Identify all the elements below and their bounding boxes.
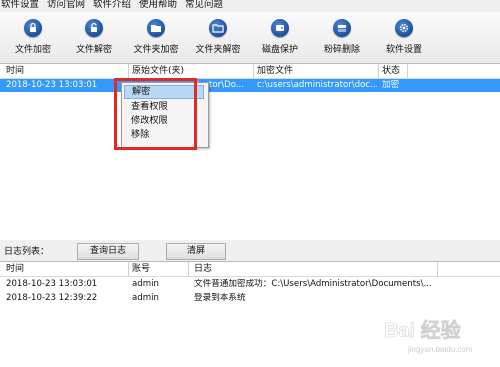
toolbar: 文件加密 文件解密 文件夹加密 文件夹解密 磁盘保护 粉碎删除 软件设置: [0, 12, 500, 64]
row-status: 加密: [382, 80, 400, 90]
decrypt-file-button[interactable]: 文件解密: [62, 12, 126, 63]
context-menu: 解密 查看权限 修改权限 移除: [121, 82, 209, 148]
col-log-time[interactable]: 时间: [6, 263, 24, 275]
log-row-account: admin: [132, 279, 159, 289]
unlock-icon: [85, 19, 103, 37]
menu-modify-permissions[interactable]: 修改权限: [124, 114, 204, 128]
menu-decrypt[interactable]: 解密: [124, 85, 204, 99]
menu-bar: 软件设置 访问官网 软件介绍 使用帮助 常见问题: [0, 0, 500, 12]
query-log-button[interactable]: 查询日志: [77, 243, 139, 260]
gear-icon: [395, 19, 413, 37]
menu-visit-website[interactable]: 访问官网: [47, 0, 85, 11]
watermark-text: Bai 经验: [384, 318, 461, 342]
shred-delete-button[interactable]: 粉碎删除: [310, 12, 374, 63]
table-row[interactable]: 2018-10-23 13:03:01 istrator\Do... c:\us…: [0, 79, 500, 92]
settings-button[interactable]: 软件设置: [372, 12, 436, 63]
shred-delete-label: 粉碎删除: [323, 45, 360, 55]
lock-icon: [24, 19, 42, 37]
log-list-label: 日志列表：: [4, 247, 50, 257]
clear-screen-button[interactable]: 清屏: [166, 243, 226, 260]
col-original[interactable]: 原始文件(夹): [132, 65, 184, 77]
encrypt-folder-button[interactable]: 文件夹加密: [124, 12, 188, 63]
baidu-jingyan-watermark: Bai 经验 jingyan.baidu.com: [380, 312, 496, 358]
row-time: 2018-10-23 13:03:01: [6, 80, 98, 90]
encrypt-file-label: 文件加密: [14, 45, 51, 55]
log-row-time: 2018-10-23 13:03:01: [6, 279, 98, 289]
log-row-message: 登录到本系统: [194, 293, 246, 303]
settings-label: 软件设置: [385, 45, 422, 55]
table-row[interactable]: 2018-10-23 13:03:01 admin 文件普通加密成功：C:\Us…: [0, 278, 500, 291]
col-time[interactable]: 时间: [6, 65, 24, 77]
menu-software-intro[interactable]: 软件介绍: [93, 0, 131, 11]
col-account[interactable]: 账号: [132, 263, 150, 275]
col-status[interactable]: 状态: [382, 65, 400, 77]
watermark-url: jingyan.baidu.com: [407, 345, 473, 354]
menu-faq[interactable]: 常见问题: [185, 0, 223, 11]
col-encrypted[interactable]: 加密文件: [257, 65, 293, 77]
decrypt-file-label: 文件解密: [75, 45, 112, 55]
menu-view-permissions[interactable]: 查看权限: [124, 100, 204, 114]
table-row[interactable]: 2018-10-23 12:39:22 admin 登录到本系统: [0, 292, 500, 305]
menu-help[interactable]: 使用帮助: [139, 0, 177, 11]
row-encrypted: c:\users\administrator\doc...: [257, 80, 377, 90]
log-row-time: 2018-10-23 12:39:22: [6, 293, 98, 303]
log-toolbar: 日志列表： 查询日志 清屏: [0, 240, 500, 260]
decrypt-folder-button[interactable]: 文件夹解密: [186, 12, 250, 63]
col-log[interactable]: 日志: [194, 263, 212, 275]
folder-unlock-icon: [209, 19, 227, 37]
log-row-message: 文件普通加密成功：C:\Users\Administrator\Document…: [194, 279, 432, 289]
log-row-account: admin: [132, 293, 159, 303]
disk-protect-label: 磁盘保护: [261, 45, 298, 55]
encrypt-folder-label: 文件夹加密: [133, 45, 179, 55]
folder-lock-icon: [147, 19, 165, 37]
files-table-header: 时间 原始文件(夹) 加密文件 状态: [0, 64, 500, 79]
menu-remove[interactable]: 移除: [124, 128, 204, 142]
encrypted-files-table: 时间 原始文件(夹) 加密文件 状态 2018-10-23 13:03:01 i…: [0, 63, 500, 241]
menu-software-settings[interactable]: 软件设置: [1, 0, 39, 11]
decrypt-folder-label: 文件夹解密: [195, 45, 241, 55]
log-table-header: 时间 账号 日志: [0, 262, 500, 277]
disk-protect-button[interactable]: 磁盘保护: [248, 12, 312, 63]
shred-icon: [333, 19, 351, 37]
encrypt-file-button[interactable]: 文件加密: [1, 12, 65, 63]
disk-icon: [271, 19, 289, 37]
